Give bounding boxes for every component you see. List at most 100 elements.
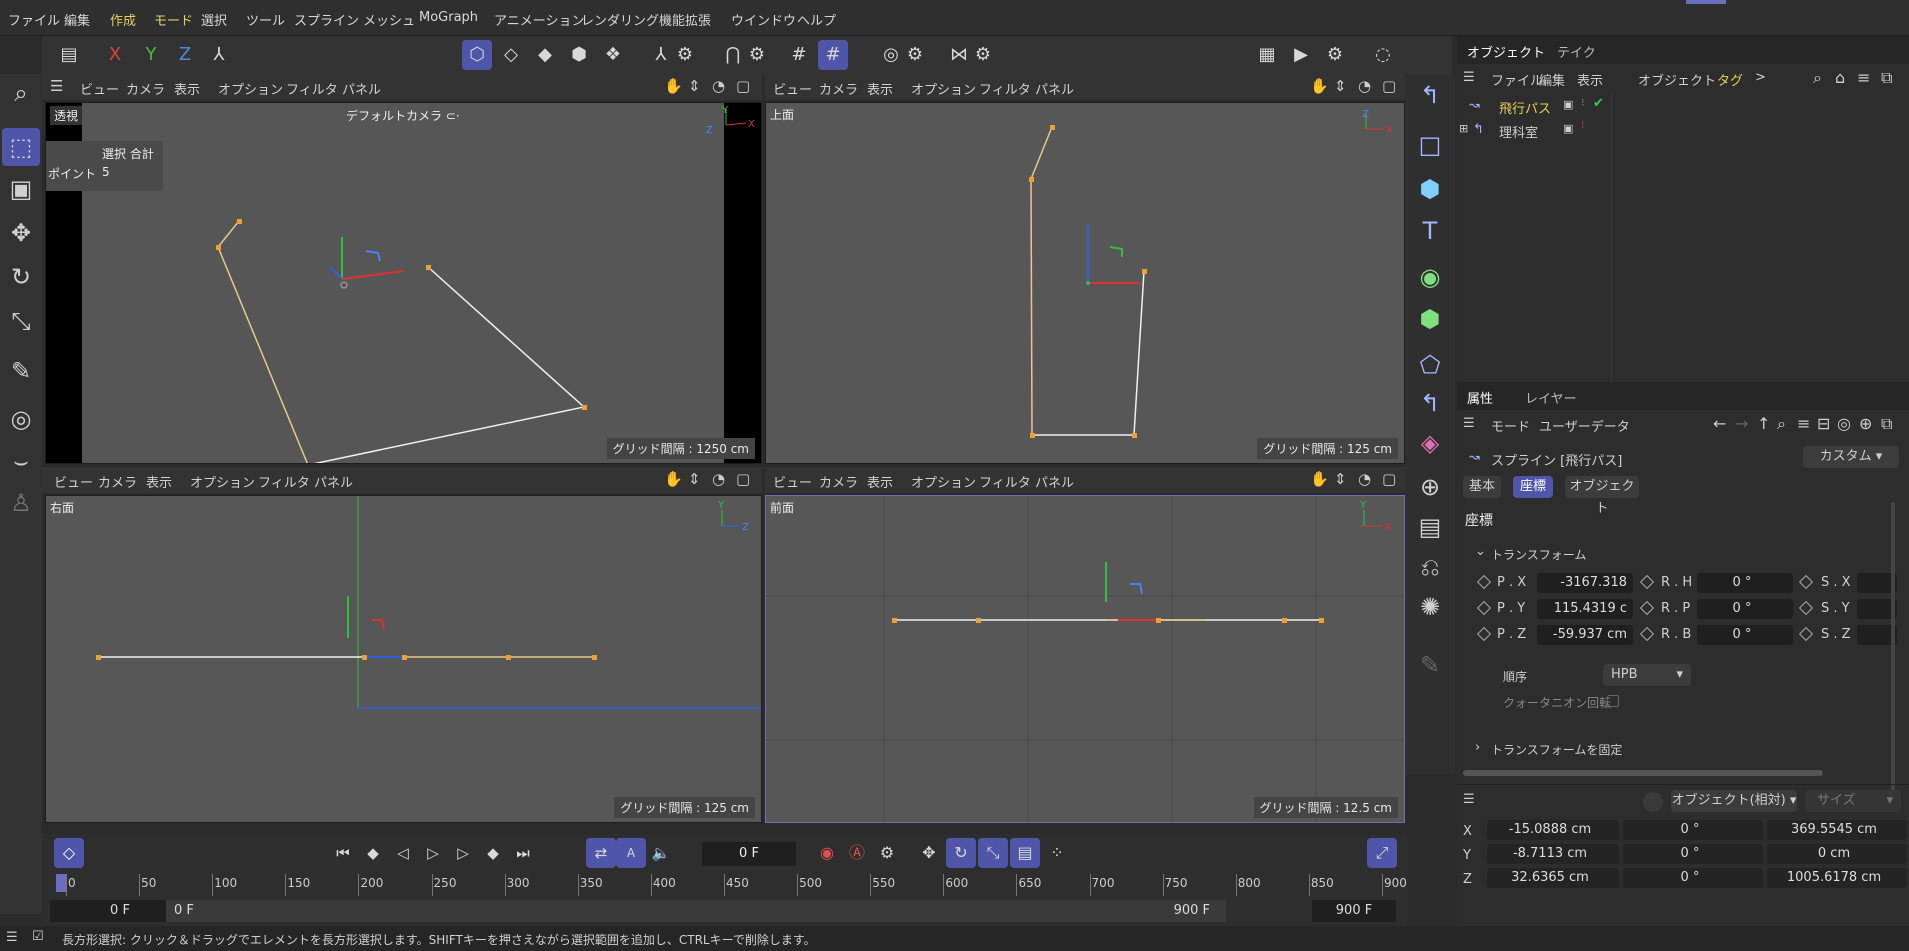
- playback-mode-icon[interactable]: A: [616, 838, 646, 868]
- visibility-icon[interactable]: ▣: [1563, 98, 1573, 111]
- forward-icon[interactable]: →: [1735, 414, 1748, 433]
- vp-menu-view[interactable]: ビュー: [773, 472, 812, 491]
- hamburger-icon[interactable]: ☰: [1463, 792, 1475, 807]
- render-view-icon[interactable]: ▶: [1286, 40, 1316, 70]
- new-window-icon[interactable]: ⊕: [1859, 414, 1872, 433]
- text-icon[interactable]: T: [1411, 212, 1449, 250]
- timeline-expand-icon[interactable]: ⤢: [1367, 838, 1397, 868]
- menu-edit[interactable]: 編集: [64, 10, 90, 29]
- snap-settings-icon[interactable]: ⚙: [742, 40, 772, 70]
- keyframe-icon[interactable]: [1639, 574, 1655, 590]
- vp-menu-camera[interactable]: カメラ: [819, 472, 858, 491]
- keyframe-icon[interactable]: [1476, 600, 1492, 616]
- axis-z-lock[interactable]: Z: [170, 40, 200, 70]
- viewport-right[interactable]: 右面 Y Z グリッド間隔 : 125 cm: [45, 495, 762, 823]
- menu-mesh[interactable]: メッシュ: [363, 10, 415, 29]
- vp-menu-options[interactable]: オプション: [911, 472, 976, 491]
- vp-menu-camera[interactable]: カメラ: [98, 472, 137, 491]
- tab-layers[interactable]: レイヤー: [1525, 388, 1577, 407]
- prev-key-icon[interactable]: ◆: [358, 838, 388, 868]
- search-icon[interactable]: ⌕: [1777, 414, 1786, 434]
- coord-z-rot[interactable]: 0 °: [1623, 868, 1763, 888]
- key-rotation-icon[interactable]: ↻: [946, 838, 976, 868]
- new-window-icon[interactable]: ⧉: [1881, 68, 1892, 88]
- pan-icon[interactable]: ✋: [1310, 470, 1329, 488]
- preset-dropdown[interactable]: カスタム ▾: [1803, 446, 1899, 468]
- symmetry-settings-icon[interactable]: ⚙: [968, 40, 998, 70]
- search-icon[interactable]: ⌕: [1813, 68, 1822, 88]
- brush-icon[interactable]: ⌣: [2, 442, 40, 480]
- tab-attributes[interactable]: 属性: [1467, 388, 1493, 407]
- vp-menu-view[interactable]: ビュー: [80, 79, 119, 98]
- subdivision-icon[interactable]: ◉: [1411, 258, 1449, 296]
- key-settings-icon[interactable]: ⚙: [872, 838, 902, 868]
- vp-menu-panel[interactable]: パネル: [1035, 472, 1074, 491]
- settings-icon[interactable]: ⧉: [1881, 414, 1892, 434]
- menu-render[interactable]: レンダリング: [581, 10, 659, 29]
- orbit-icon[interactable]: ◔: [1358, 77, 1371, 95]
- camera-icon[interactable]: ⎌: [1411, 548, 1449, 586]
- chevron-right-icon[interactable]: ›: [1475, 740, 1480, 755]
- hamburger-icon[interactable]: ☰: [1463, 416, 1475, 431]
- edge-mode-icon[interactable]: ◇: [496, 40, 526, 70]
- key-pla-icon[interactable]: ⁘: [1042, 838, 1072, 868]
- goto-start-icon[interactable]: ⏮: [328, 838, 358, 868]
- vp-menu-panel[interactable]: パネル: [1035, 79, 1074, 98]
- obj-menu-edit[interactable]: 編集: [1539, 70, 1565, 89]
- menu-tools[interactable]: ツール: [246, 10, 285, 29]
- coord-y-rot[interactable]: 0 °: [1623, 844, 1763, 864]
- field-rh[interactable]: 0 °: [1697, 573, 1793, 593]
- spline-pen-icon[interactable]: ↰: [1411, 76, 1449, 114]
- expand-icon[interactable]: ⊞: [1459, 122, 1468, 135]
- cube-icon[interactable]: ⬢: [1411, 170, 1449, 208]
- coord-mode-dropdown[interactable]: オブジェクト(相対) ▾: [1671, 790, 1797, 812]
- coord-y-size[interactable]: 0 cm: [1767, 844, 1907, 864]
- loop-icon[interactable]: ⇄: [586, 838, 616, 868]
- end-frame-field[interactable]: 900 F: [1312, 900, 1396, 922]
- light-icon[interactable]: ✺: [1411, 588, 1449, 626]
- hamburger-icon[interactable]: ☰: [6, 930, 18, 945]
- render-settings-icon[interactable]: ⚙: [1320, 40, 1350, 70]
- size-dropdown[interactable]: サイズ ▾: [1805, 790, 1901, 812]
- keyframe-icon[interactable]: [1798, 626, 1814, 642]
- vp-menu-panel[interactable]: パネル: [342, 79, 381, 98]
- keyframe-icon[interactable]: [1476, 574, 1492, 590]
- pan-icon[interactable]: ✋: [664, 77, 683, 95]
- attr-menu-mode[interactable]: モード: [1491, 416, 1530, 435]
- field-rp[interactable]: 0 °: [1697, 599, 1793, 619]
- key-param-icon[interactable]: ▤: [1010, 838, 1040, 868]
- menu-file[interactable]: ファイル: [8, 10, 60, 29]
- keyframe-icon[interactable]: [1798, 574, 1814, 590]
- coordinate-system-icon[interactable]: ⅄: [204, 40, 234, 70]
- cloner-icon[interactable]: ⬢: [1411, 300, 1449, 338]
- vp-menu-filter[interactable]: フィルタ: [979, 472, 1031, 491]
- move-icon[interactable]: ✥: [2, 214, 40, 252]
- viewport-front[interactable]: 前面 Y X グリッド間隔 : 12.5 cm: [765, 495, 1405, 823]
- model-mode-icon[interactable]: ⬢: [564, 40, 594, 70]
- environment-icon[interactable]: ⊕: [1411, 468, 1449, 506]
- coord-x-rot[interactable]: 0 °: [1623, 820, 1763, 840]
- object-name[interactable]: 理科室: [1499, 122, 1538, 141]
- obj-menu-tags[interactable]: タグ: [1717, 70, 1743, 89]
- vp-menu-view[interactable]: ビュー: [54, 472, 93, 491]
- keyframe-icon[interactable]: [1639, 626, 1655, 642]
- bell-icon[interactable]: ♙: [2, 484, 40, 522]
- chevron-right-icon[interactable]: >: [1755, 70, 1766, 85]
- hamburger-icon[interactable]: ☰: [50, 77, 63, 95]
- vp-menu-camera[interactable]: カメラ: [819, 79, 858, 98]
- dots-icon[interactable]: ⁝: [1581, 96, 1585, 109]
- dolly-icon[interactable]: ⇕: [1334, 77, 1347, 95]
- menu-mograph[interactable]: MoGraph: [419, 10, 478, 25]
- vp-menu-filter[interactable]: フィルタ: [286, 79, 338, 98]
- range-bar[interactable]: 0 F 900 F: [166, 900, 1226, 922]
- obj-menu-file[interactable]: ファイル: [1491, 70, 1543, 89]
- vp-menu-display[interactable]: 表示: [867, 472, 893, 491]
- workplane-icon[interactable]: #: [818, 40, 848, 70]
- object-row-science-room[interactable]: ⊞ ↰ 理科室 ▣ ⁝: [1457, 118, 1909, 141]
- keyframe-icon[interactable]: [1639, 600, 1655, 616]
- home-icon[interactable]: ⌂: [1835, 68, 1845, 87]
- key-scale-icon[interactable]: ⤡: [978, 838, 1008, 868]
- group-freeze[interactable]: トランスフォームを固定: [1491, 741, 1622, 758]
- vp-menu-camera[interactable]: カメラ: [126, 79, 165, 98]
- object-row-flight-path[interactable]: ↝ 飛行パス ▣ ⁝ ✔: [1457, 96, 1909, 117]
